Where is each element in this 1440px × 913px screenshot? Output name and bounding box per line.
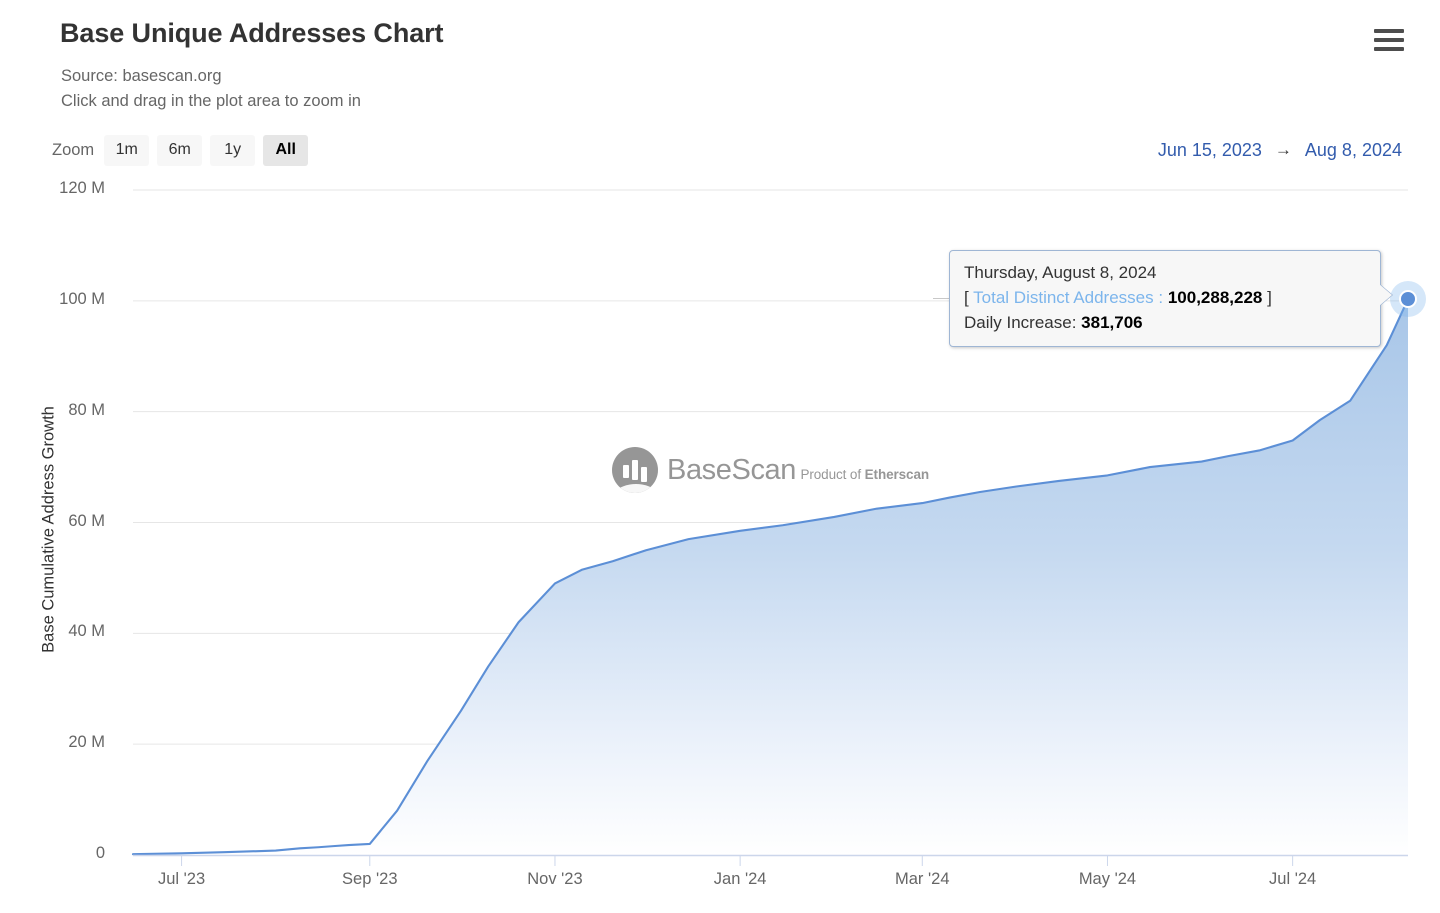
tooltip-series-row: [ Total Distinct Addresses : 100,288,228… xyxy=(964,285,1366,310)
x-axis-tick-label: Jul '24 xyxy=(1269,870,1317,888)
x-axis-tick-label: Sep '23 xyxy=(342,870,398,888)
range-selector: Zoom 1m 6m 1y All Jun 15, 2023 → Aug 8, … xyxy=(0,132,1440,168)
watermark-sub-bold: Etherscan xyxy=(864,466,930,482)
subtitle-source: Source: basescan.org xyxy=(61,67,222,85)
subtitle-hint: Click and drag in the plot area to zoom … xyxy=(61,92,361,110)
tooltip-series-name: Total Distinct Addresses xyxy=(973,288,1154,307)
tooltip-secondary-value: 381,706 xyxy=(1081,313,1143,332)
watermark-text: BaseScan Product of Etherscan xyxy=(667,453,929,486)
x-axis-ticks xyxy=(181,855,1294,866)
y-axis-tick-label: 100 M xyxy=(59,289,105,308)
watermark-title: BaseScan xyxy=(667,453,796,486)
tooltip: Thursday, August 8, 2024 [ Total Distinc… xyxy=(949,250,1381,347)
y-axis-tick-label: 0 xyxy=(95,844,105,862)
x-axis-tick-label: Jul '23 xyxy=(157,870,206,888)
range-button-6m[interactable]: 6m xyxy=(157,134,203,166)
x-axis-tick-label: May '24 xyxy=(1078,870,1137,888)
tooltip-series-value: 100,288,228 xyxy=(1167,288,1263,307)
y-axis-tick-label: 80 M xyxy=(68,400,105,419)
y-axis-title: Base Cumulative Address Growth xyxy=(39,406,58,653)
date-range-arrow-icon: → xyxy=(1274,140,1292,159)
x-axis-tick-label: Mar '24 xyxy=(895,870,950,888)
range-button-1m[interactable]: 1m xyxy=(104,134,150,166)
logo-bar xyxy=(632,460,638,480)
highlighted-data-point[interactable] xyxy=(1399,290,1417,309)
tooltip-colon: : xyxy=(1158,288,1164,307)
tooltip-secondary-label: Daily Increase: xyxy=(964,313,1077,332)
tooltip-open-bracket: [ xyxy=(964,288,969,307)
chart-page: Base Unique Addresses Chart Source: base… xyxy=(0,0,1440,913)
menu-bar xyxy=(1374,38,1404,42)
logo-swoosh xyxy=(612,484,658,493)
y-axis-tick-label: 120 M xyxy=(59,179,105,197)
zoom-label: Zoom xyxy=(52,140,95,159)
y-axis-tick-label: 20 M xyxy=(68,733,105,752)
logo-bar xyxy=(623,465,629,478)
range-button-all[interactable]: All xyxy=(263,134,309,166)
menu-bar xyxy=(1374,47,1404,51)
y-axis-tick-label: 40 M xyxy=(68,622,105,641)
logo-bar xyxy=(641,467,647,482)
date-range-to[interactable]: Aug 8, 2024 xyxy=(1305,140,1402,161)
date-range-from[interactable]: Jun 15, 2023 xyxy=(1158,140,1262,161)
watermark-sub-prefix: Product of xyxy=(800,466,865,482)
area-fill xyxy=(133,299,1408,855)
y-axis-tick-label: 60 M xyxy=(68,511,105,530)
hamburger-menu-icon[interactable] xyxy=(1372,26,1406,56)
basescan-watermark: BaseScan Product of Etherscan xyxy=(612,447,929,493)
watermark-subtitle: Product of Etherscan xyxy=(800,467,929,482)
tooltip-date: Thursday, August 8, 2024 xyxy=(964,263,1157,282)
tooltip-secondary-row: Daily Increase: 381,706 xyxy=(964,310,1366,335)
x-axis-tick-label: Jan '24 xyxy=(713,870,767,888)
series-line xyxy=(131,298,1410,856)
zoom-button-group: Zoom 1m 6m 1y All xyxy=(52,132,316,168)
tooltip-close-bracket: ] xyxy=(1267,288,1272,307)
point-halo xyxy=(1390,281,1426,318)
menu-bar xyxy=(1374,29,1404,33)
chart-subtitle: Source: basescan.org Click and drag in t… xyxy=(61,64,361,114)
x-axis-tick-label: Nov '23 xyxy=(527,870,583,888)
basescan-logo-icon xyxy=(612,447,658,493)
date-range-display: Jun 15, 2023 → Aug 8, 2024 xyxy=(1158,132,1402,168)
page-title: Base Unique Addresses Chart xyxy=(60,18,444,48)
range-button-1y[interactable]: 1y xyxy=(210,134,256,166)
